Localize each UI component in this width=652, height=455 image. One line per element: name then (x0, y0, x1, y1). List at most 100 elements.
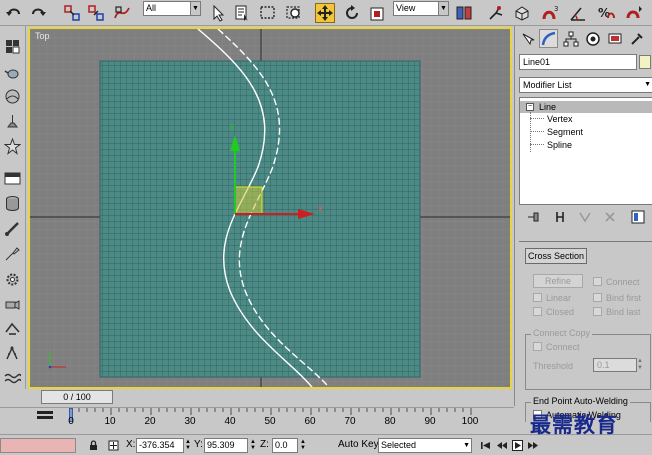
create-helper-icon[interactable] (2, 243, 23, 264)
bind-first-checkbox[interactable]: Bind first (593, 293, 641, 304)
rectangular-selection-region-icon[interactable] (258, 3, 278, 23)
main-toolbar: All ▼ View ▼ 3 % (0, 0, 652, 26)
y-coordinate-field[interactable]: 95.309 (204, 438, 248, 453)
plane-object[interactable] (99, 60, 421, 378)
track-bar[interactable]: 0 10 20 30 40 50 60 70 80 90 100 (0, 407, 514, 434)
lock-selection-icon[interactable] (86, 438, 101, 453)
reference-coordinate-value: View (396, 3, 416, 13)
create-gear-icon[interactable] (2, 269, 23, 290)
motion-tab-icon[interactable] (583, 29, 602, 48)
create-particles-icon[interactable] (2, 343, 23, 364)
select-and-scale-icon[interactable] (368, 3, 388, 23)
object-name-field[interactable]: Line01 (519, 54, 637, 70)
object-color-swatch[interactable] (639, 55, 651, 69)
window-crossing-icon[interactable] (284, 3, 304, 23)
viewport-canvas[interactable]: y x (30, 29, 512, 389)
key-filter-dropdown[interactable]: Selected ▼ (378, 438, 472, 453)
y-spinner-icon[interactable]: ▲ ▼ (250, 439, 256, 451)
select-object-icon[interactable] (208, 3, 228, 23)
create-plane-icon[interactable] (2, 168, 23, 189)
modifier-stack: − Line Vertex Segment Spline (519, 97, 652, 205)
snaps-toggle-icon[interactable]: 3 (540, 3, 560, 23)
time-slider-bar: 0 / 100 (0, 389, 514, 407)
select-and-rotate-icon[interactable] (342, 3, 362, 23)
selection-filter-dropdown[interactable]: All ▼ (143, 1, 201, 16)
x-spinner-icon[interactable]: ▲ ▼ (185, 439, 191, 451)
tick-label: 50 (264, 416, 276, 427)
auto-key-button[interactable]: Auto Key (338, 439, 379, 450)
next-frame-icon[interactable] (526, 438, 541, 453)
modifier-list-dropdown[interactable]: Modifier List ▼ (519, 77, 652, 93)
percent-snap-toggle-icon[interactable]: % (596, 3, 616, 23)
left-tool-column (0, 26, 26, 417)
modifier-list-value: Modifier List (523, 80, 572, 90)
create-space-warp-icon[interactable] (2, 318, 23, 339)
connect-copy-title: Connect Copy (531, 328, 593, 338)
track-ticks (70, 408, 472, 415)
stack-item-line[interactable]: − Line (520, 101, 652, 113)
display-tab-icon[interactable] (605, 29, 624, 48)
create-cylinder-icon[interactable] (2, 193, 23, 214)
hierarchy-tab-icon[interactable] (561, 29, 580, 48)
utilities-tab-icon[interactable] (627, 29, 646, 48)
create-camera-icon[interactable] (2, 294, 23, 315)
configure-modifier-sets-icon[interactable] (628, 208, 647, 226)
unlink-selection-icon[interactable] (86, 3, 106, 23)
select-and-move-icon[interactable] (315, 3, 335, 23)
tick-label: 100 (461, 416, 479, 427)
z-coordinate-field[interactable]: 0.0 (272, 438, 298, 453)
make-unique-icon (575, 208, 594, 226)
refine-button[interactable]: Refine (533, 274, 583, 288)
tick-label: 90 (424, 416, 436, 427)
collapse-icon[interactable]: − (526, 103, 534, 111)
undo-icon[interactable] (4, 3, 24, 23)
bind-last-checkbox[interactable]: Bind last (593, 307, 641, 318)
connect-copy-checkbox[interactable]: Connect (533, 342, 580, 353)
show-end-result-icon[interactable] (550, 208, 569, 226)
time-slider[interactable]: 0 / 100 (41, 390, 113, 404)
closed-checkbox[interactable]: Closed (533, 307, 574, 318)
select-and-manipulate-icon[interactable] (486, 3, 506, 23)
x-coordinate-field[interactable]: -376.354 (136, 438, 184, 453)
go-to-start-icon[interactable] (478, 438, 493, 453)
create-bone-icon[interactable] (2, 218, 23, 239)
create-wave-icon[interactable] (2, 368, 23, 389)
keyboard-shortcut-override-icon[interactable] (512, 3, 532, 23)
create-sphere-icon[interactable] (2, 86, 23, 107)
bind-to-space-warp-icon[interactable] (112, 3, 132, 23)
redo-icon[interactable] (28, 3, 48, 23)
threshold-label: Threshold (533, 361, 574, 371)
threshold-spinner-icon[interactable]: ▲ ▼ (637, 358, 645, 372)
play-icon[interactable] (510, 438, 525, 453)
select-by-name-icon[interactable] (232, 3, 252, 23)
select-and-link-icon[interactable] (62, 3, 82, 23)
stack-item-segment[interactable]: Segment (547, 126, 583, 138)
chevron-down-icon: ▼ (438, 2, 448, 15)
tick-label: 20 (144, 416, 156, 427)
spline-rollout: Cross Section Refine Connect Linear Bind… (519, 241, 652, 422)
angle-snap-toggle-icon[interactable] (568, 3, 588, 23)
z-spinner-icon[interactable]: ▲ ▼ (300, 439, 306, 451)
reference-coordinate-dropdown[interactable]: View ▼ (393, 1, 449, 16)
top-viewport[interactable]: y x Top (28, 27, 512, 389)
stack-item-spline[interactable]: Spline (547, 139, 572, 151)
absolute-mode-icon[interactable] (106, 438, 121, 453)
stack-item-vertex[interactable]: Vertex (547, 113, 573, 125)
connect-checkbox[interactable]: Connect (593, 277, 640, 288)
spinner-snap-toggle-icon[interactable] (624, 3, 644, 23)
pin-stack-icon[interactable] (523, 208, 542, 226)
viewport-label[interactable]: Top (35, 31, 50, 41)
create-light-icon[interactable] (2, 111, 23, 132)
create-teapot-icon[interactable] (2, 62, 23, 83)
create-star-icon[interactable] (2, 136, 23, 157)
create-box-icon[interactable] (2, 36, 23, 57)
cross-section-button[interactable]: Cross Section (525, 248, 587, 264)
linear-checkbox[interactable]: Linear (533, 293, 571, 304)
modify-tab-icon[interactable] (539, 29, 558, 48)
use-pivot-center-icon[interactable] (454, 3, 474, 23)
previous-frame-icon[interactable] (494, 438, 509, 453)
maxscript-listener[interactable] (0, 438, 76, 453)
create-tab-icon[interactable] (518, 29, 537, 48)
tick-label: 80 (384, 416, 396, 427)
threshold-field[interactable]: 0.1 (593, 358, 637, 372)
